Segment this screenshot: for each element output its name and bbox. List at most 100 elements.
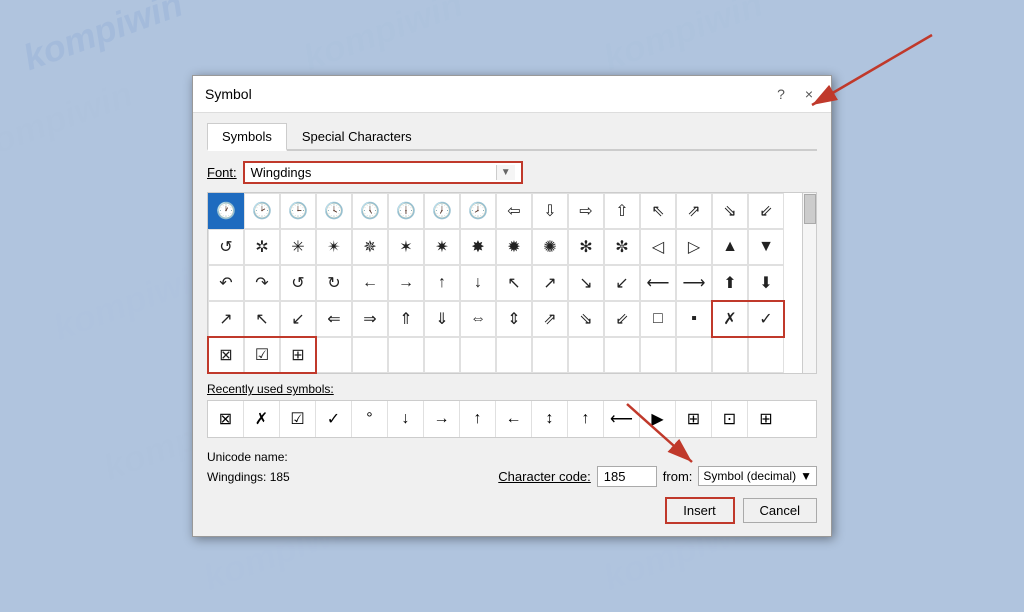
recent-symbol-cell[interactable]: ⊞	[676, 401, 712, 437]
symbol-cell[interactable]: ↘	[568, 265, 604, 301]
symbol-cell[interactable]: ⇒	[352, 301, 388, 337]
symbol-cell[interactable]	[676, 337, 712, 373]
symbol-cell[interactable]: ☑	[244, 337, 280, 373]
symbol-cell[interactable]	[568, 337, 604, 373]
symbol-cell[interactable]: ⇙	[748, 193, 784, 229]
symbol-cell[interactable]: ⇑	[388, 301, 424, 337]
symbol-cell[interactable]: ⇨	[568, 193, 604, 229]
recent-symbol-cell[interactable]: ↓	[388, 401, 424, 437]
font-dropdown[interactable]: Wingdings ▼	[243, 161, 523, 184]
recent-symbol-cell[interactable]: ⟵	[604, 401, 640, 437]
recent-symbol-cell[interactable]: ⊞	[748, 401, 784, 437]
symbol-cell[interactable]	[496, 337, 532, 373]
symbol-cell[interactable]: ⊞	[280, 337, 316, 373]
symbol-cell[interactable]: 🕓	[316, 193, 352, 229]
symbol-cell[interactable]: ↺	[208, 229, 244, 265]
symbol-cell[interactable]	[352, 337, 388, 373]
symbol-cell[interactable]: ✹	[496, 229, 532, 265]
symbol-cell[interactable]: ⇖	[640, 193, 676, 229]
help-button[interactable]: ?	[771, 84, 791, 104]
symbol-cell[interactable]: ↻	[316, 265, 352, 301]
symbol-cell[interactable]: ◁	[640, 229, 676, 265]
symbol-cell[interactable]	[316, 337, 352, 373]
symbol-cell[interactable]: ⬆	[712, 265, 748, 301]
symbol-cell[interactable]: 🕒	[280, 193, 316, 229]
symbol-cell[interactable]: ↗	[532, 265, 568, 301]
symbol-cell[interactable]: ⇔	[460, 301, 496, 337]
symbol-cell[interactable]: 🕗	[460, 193, 496, 229]
symbol-cell[interactable]	[460, 337, 496, 373]
recent-symbol-cell[interactable]: ✓	[316, 401, 352, 437]
symbol-cell[interactable]: ▲	[712, 229, 748, 265]
symbol-cell[interactable]: ↑	[424, 265, 460, 301]
recent-symbol-cell[interactable]: →	[424, 401, 460, 437]
symbol-cell[interactable]: ✸	[460, 229, 496, 265]
symbol-cell[interactable]: ✓	[748, 301, 784, 337]
symbol-cell[interactable]	[532, 337, 568, 373]
tab-special-characters[interactable]: Special Characters	[287, 123, 427, 151]
recent-symbol-cell[interactable]: ↕	[532, 401, 568, 437]
cancel-button[interactable]: Cancel	[743, 498, 817, 523]
symbol-cell[interactable]: □	[640, 301, 676, 337]
symbol-cell[interactable]: ▼	[748, 229, 784, 265]
symbol-cell[interactable]: →	[388, 265, 424, 301]
symbol-cell[interactable]: ⇓	[424, 301, 460, 337]
symbol-cell[interactable]: ✺	[532, 229, 568, 265]
close-button[interactable]: ×	[799, 84, 819, 104]
symbol-cell[interactable]: ↶	[208, 265, 244, 301]
symbol-cell[interactable]: ↺	[280, 265, 316, 301]
symbol-cell[interactable]: ⟵	[640, 265, 676, 301]
symbol-cell[interactable]: 🕕	[388, 193, 424, 229]
symbol-cell[interactable]: ↖	[496, 265, 532, 301]
recent-symbol-cell[interactable]: ↑	[568, 401, 604, 437]
symbol-cell[interactable]: ←	[352, 265, 388, 301]
recent-symbol-cell[interactable]: ⊠	[208, 401, 244, 437]
symbol-cell[interactable]: ↖	[244, 301, 280, 337]
symbol-cell[interactable]: ✼	[604, 229, 640, 265]
recent-symbol-cell[interactable]: ⊡	[712, 401, 748, 437]
symbol-cell[interactable]: ⬇	[748, 265, 784, 301]
symbol-cell[interactable]	[640, 337, 676, 373]
recent-symbol-cell[interactable]: ▶	[640, 401, 676, 437]
scroll-thumb[interactable]	[804, 194, 816, 224]
symbol-cell[interactable]: ⇗	[676, 193, 712, 229]
symbol-cell[interactable]: ▪	[676, 301, 712, 337]
symbol-cell[interactable]: ✗	[712, 301, 748, 337]
symbol-cell[interactable]	[712, 337, 748, 373]
symbol-cell[interactable]: ✴	[316, 229, 352, 265]
symbol-cell[interactable]: ↷	[244, 265, 280, 301]
symbol-cell[interactable]: ⇦	[496, 193, 532, 229]
symbol-cell[interactable]: ✷	[424, 229, 460, 265]
symbol-cell[interactable]: ⇐	[316, 301, 352, 337]
symbol-cell[interactable]: ⇘	[712, 193, 748, 229]
recent-symbol-cell[interactable]: ☑	[280, 401, 316, 437]
symbol-cell[interactable]: ↙	[604, 265, 640, 301]
symbol-cell[interactable]	[424, 337, 460, 373]
recent-symbol-cell[interactable]: ←	[496, 401, 532, 437]
symbol-cell[interactable]: ⊠	[208, 337, 244, 373]
symbol-cell[interactable]: ✳	[280, 229, 316, 265]
symbol-cell[interactable]	[388, 337, 424, 373]
symbol-cell[interactable]: ✻	[568, 229, 604, 265]
recent-symbol-cell[interactable]: ↑	[460, 401, 496, 437]
recent-symbol-cell[interactable]: °	[352, 401, 388, 437]
symbol-cell[interactable]: ↙	[280, 301, 316, 337]
tab-symbols[interactable]: Symbols	[207, 123, 287, 151]
symbol-cell[interactable]: ⇧	[604, 193, 640, 229]
symbol-cell[interactable]: ✵	[352, 229, 388, 265]
symbol-cell[interactable]: ⟶	[676, 265, 712, 301]
symbol-cell[interactable]: 🕔	[352, 193, 388, 229]
symbol-cell[interactable]	[604, 337, 640, 373]
from-select[interactable]: Symbol (decimal) ▼	[698, 466, 817, 486]
symbol-cell[interactable]: ✶	[388, 229, 424, 265]
symbol-cell[interactable]: ▷	[676, 229, 712, 265]
insert-button[interactable]: Insert	[665, 497, 735, 524]
symbol-cell[interactable]: ⇩	[532, 193, 568, 229]
scrollbar[interactable]	[802, 193, 816, 373]
symbol-cell[interactable]: 🕐	[208, 193, 244, 229]
symbol-cell[interactable]: ↗	[208, 301, 244, 337]
symbol-cell[interactable]: 🕑	[244, 193, 280, 229]
symbol-cell[interactable]	[748, 337, 784, 373]
symbol-cell[interactable]: ✲	[244, 229, 280, 265]
recent-symbol-cell[interactable]: ✗	[244, 401, 280, 437]
